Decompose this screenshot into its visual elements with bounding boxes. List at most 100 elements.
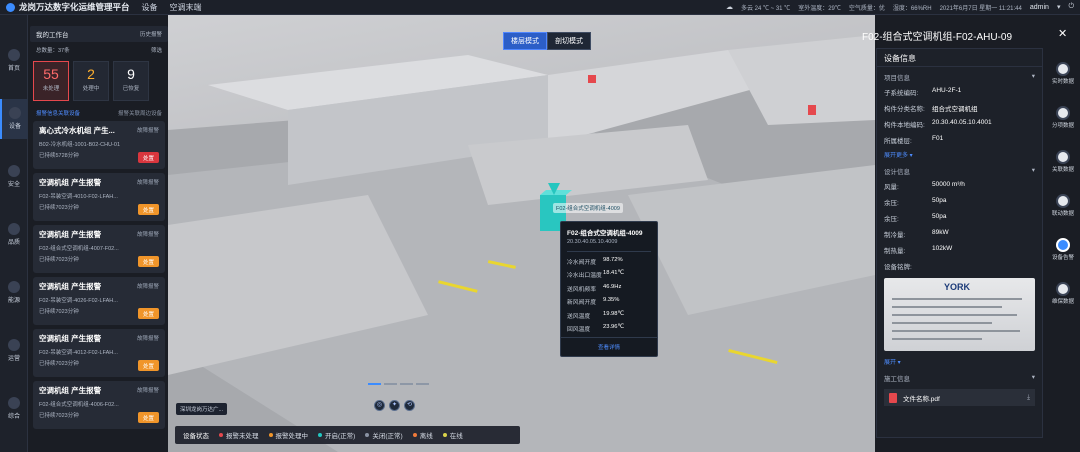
quality-icon	[8, 223, 20, 235]
alarm-tabs: 报警信息关联设备 报警关联周边设备	[30, 109, 168, 117]
view-controls: ◎ ✦ ⟲	[374, 400, 415, 411]
user-menu[interactable]: admin	[1030, 4, 1049, 11]
tab-related-devices[interactable]: 报警信息关联设备	[36, 109, 80, 117]
info-row: 子系统编码: AHU-2F-1	[884, 87, 962, 97]
popup-row: 冷水出口温度 18.41℃	[567, 270, 625, 279]
stat-unhandled[interactable]: 55 未处理	[33, 61, 69, 101]
sidebar-item-security[interactable]: 安全	[0, 157, 28, 197]
workbench-title[interactable]: 我的工作台	[36, 29, 69, 39]
mode-tabs: 楼层模式 剖切模式	[503, 32, 591, 50]
chevron-down-icon: ▾	[1031, 167, 1035, 174]
view-reset-icon[interactable]: ⟲	[404, 400, 415, 411]
nav-device[interactable]: 设备	[142, 2, 158, 13]
sidebar-item-quality[interactable]: 品质	[0, 215, 28, 255]
info-row: 风量: 50000 m³/h	[884, 181, 965, 191]
popup-row: 冷水阀开度 98.72%	[567, 256, 623, 266]
compass-icon[interactable]: ✦	[389, 400, 400, 411]
info-row: 制热量: 102kW	[884, 245, 953, 255]
view-details-link[interactable]: 查看详情	[561, 337, 657, 351]
power-icon[interactable]: ⏻	[1068, 3, 1074, 11]
sidebar-item-operation[interactable]: 运营	[0, 331, 28, 371]
workbench-header: 我的工作台 历史报警	[30, 26, 168, 42]
alarm-card[interactable]: 空调机组 产生报警 故障报警 F02-组合式空调机组-4006-F02... 已持续…	[33, 381, 165, 429]
tool-realtime-data[interactable]: 实时数据	[1046, 62, 1080, 102]
nav-ac-terminal[interactable]: 空调末端	[170, 2, 202, 13]
tool-item-data[interactable]: 分项数据	[1046, 106, 1080, 146]
handle-button[interactable]: 处置	[137, 412, 159, 423]
alarm-card[interactable]: 离心式冷水机组 产生... 故障报警 B02-冷水机组-1001-B02-CHU-…	[33, 121, 165, 169]
nameplate-brand: YORK	[944, 282, 971, 292]
legend-item: 离线	[412, 430, 433, 440]
handle-button[interactable]: 处置	[137, 152, 159, 163]
popup-row: 新风阀开度 9.35%	[567, 297, 620, 306]
handle-button[interactable]: 处置	[137, 256, 159, 267]
linkage-icon	[1056, 194, 1070, 208]
tab-nearby-devices[interactable]: 报警关联周边设备	[118, 109, 162, 117]
popup-title: F02-组合式空调机组-4009	[567, 230, 643, 237]
tool-maintenance-data[interactable]: 维保数据	[1046, 282, 1080, 322]
close-icon[interactable]: ✕	[1058, 27, 1067, 40]
wrench-icon	[1056, 282, 1070, 296]
alarm-card[interactable]: 空调机组 产生报警 故障报警 F02-吊装空调-4010-F02-LFAH... 已…	[33, 173, 165, 221]
device-title: F02-组合式空调机组-F02-AHU-09	[862, 32, 1013, 43]
tab-floor-mode[interactable]: 楼层模式	[503, 32, 547, 50]
project-selector[interactable]: 深圳龙岗万达广...	[176, 403, 228, 415]
status-legend: 设备状态 报警未处理 报警处理中 开启(正常) 关闭(正常) 离线 在线	[175, 426, 520, 444]
chevron-down-icon[interactable]: ▾	[1057, 3, 1061, 11]
tool-device-alarm[interactable]: 设备告警	[1046, 238, 1080, 278]
section-construction[interactable]: 施工信息 ▾	[877, 368, 1042, 385]
sidebar-item-device[interactable]: 设备	[0, 99, 28, 139]
tab-section-mode[interactable]: 剖切模式	[547, 32, 591, 50]
handle-button[interactable]: 处置	[137, 204, 159, 215]
handle-button[interactable]: 处置	[137, 360, 159, 371]
app-title: 龙岗万达数字化运维管理平台	[19, 2, 130, 12]
alarm-total: 总数量：37条	[36, 48, 70, 54]
home-icon	[8, 49, 20, 61]
alarm-card[interactable]: 空调机组 产生报警 故障报警 F02-组合式空调机组-4007-F02... 已持续…	[33, 225, 165, 273]
tool-linkage-data[interactable]: 联动数据	[1046, 194, 1080, 234]
tool-related-data[interactable]: 关联数据	[1046, 150, 1080, 190]
info-row: 制冷量: 89kW	[884, 229, 949, 239]
nameplate-label: 设备铭牌:	[884, 264, 912, 271]
alarm-card[interactable]: 空调机组 产生报警 故障报警 F02-吊装空调-4026-F02-LFAH... 已…	[33, 277, 165, 325]
popup-row: 回风温度 23.96℃	[567, 324, 625, 333]
file-item[interactable]: 文件名称.pdf ⤓	[884, 389, 1035, 406]
section-project[interactable]: 项目信息 ▾	[877, 67, 1042, 84]
left-sidebar: 首页 设备 安全 品质 能源 运营 综合	[0, 15, 28, 452]
nameplate-image[interactable]: YORK	[884, 278, 1035, 351]
weather-text: 多云 24 ℃ ~ 31 ℃	[741, 5, 791, 12]
stat-recovered[interactable]: 9 已恢复	[113, 61, 149, 101]
building-3d-scene[interactable]: 楼层模式 剖切模式 F02-组合式空调机组-4009 F02-组合式空调机组-4…	[168, 15, 875, 452]
expand-more-link[interactable]: 展开更多 ▾	[877, 148, 1042, 161]
info-panel-title: 设备信息	[877, 49, 1042, 67]
alarm-card[interactable]: 空调机组 产生报警 故障报警 F02-吊装空调-4012-F02-LFAH... 已…	[33, 329, 165, 377]
handle-button[interactable]: 处置	[137, 308, 159, 319]
carousel-pager[interactable]	[368, 383, 429, 385]
sidebar-item-energy[interactable]: 能源	[0, 273, 28, 313]
info-row: 余压: 50pa	[884, 197, 947, 207]
device-marker-label[interactable]: F02-组合式空调机组-4009	[553, 203, 623, 213]
sidebar-item-overview[interactable]: 综合	[0, 389, 28, 429]
legend-item: 开启(正常)	[318, 430, 355, 440]
cloud-icon: ☁	[726, 4, 733, 11]
popup-row: 送风机频率 46.9Hz	[567, 283, 622, 293]
logo-icon	[6, 2, 15, 12]
sidebar-item-home[interactable]: 首页	[0, 41, 28, 81]
stat-processing[interactable]: 2 处理中	[73, 61, 109, 101]
download-icon[interactable]: ⤓	[1027, 394, 1030, 402]
shield-icon	[8, 165, 20, 177]
chart-icon	[1056, 106, 1070, 120]
floor-plan-render	[168, 35, 875, 452]
legend-title: 设备状态	[183, 433, 209, 440]
collapse-link[interactable]: 展开 ▾	[877, 355, 1042, 368]
link-icon	[1056, 150, 1070, 164]
section-design[interactable]: 设计信息 ▾	[877, 161, 1042, 178]
history-alarm-button[interactable]: 历史报警	[140, 30, 162, 38]
filter-button[interactable]: 筛选	[151, 46, 162, 54]
humidity: 湿度：66%RH	[892, 5, 932, 12]
air-quality: 空气质量：优	[848, 5, 885, 12]
target-icon[interactable]: ◎	[374, 400, 385, 411]
energy-icon	[8, 281, 20, 293]
popup-row: 送风温度 19.98℃	[567, 310, 625, 320]
device-popup: F02-组合式空调机组-4009 20.30.40.05.10.4009 冷水阀…	[560, 221, 658, 357]
